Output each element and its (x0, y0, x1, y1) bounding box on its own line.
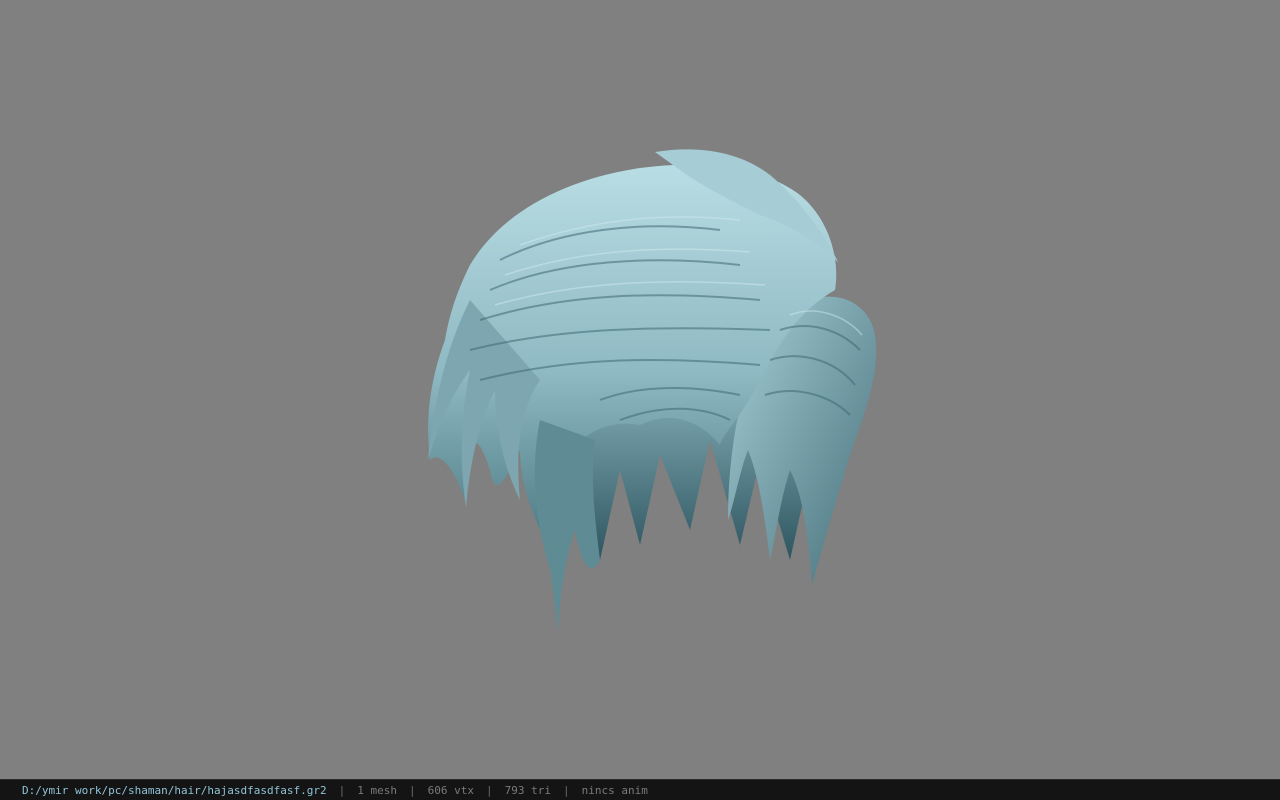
separator: | (486, 783, 493, 797)
file-path: D:/ymir work/pc/shaman/hair/hajasdfasdfa… (22, 783, 327, 797)
separator: | (409, 783, 416, 797)
triangle-count: 793 tri (504, 783, 551, 797)
vertex-count: 606 vtx (427, 783, 474, 797)
animation-status: nincs anim (581, 783, 648, 797)
hair-mesh-icon (428, 149, 877, 632)
mesh-count: 1 mesh (357, 783, 398, 797)
separator: | (562, 783, 570, 797)
status-bar: D:/ymir work/pc/shaman/hair/hajasdfasdfa… (0, 779, 1280, 800)
3d-viewport[interactable] (0, 0, 1280, 779)
separator: | (338, 783, 346, 797)
